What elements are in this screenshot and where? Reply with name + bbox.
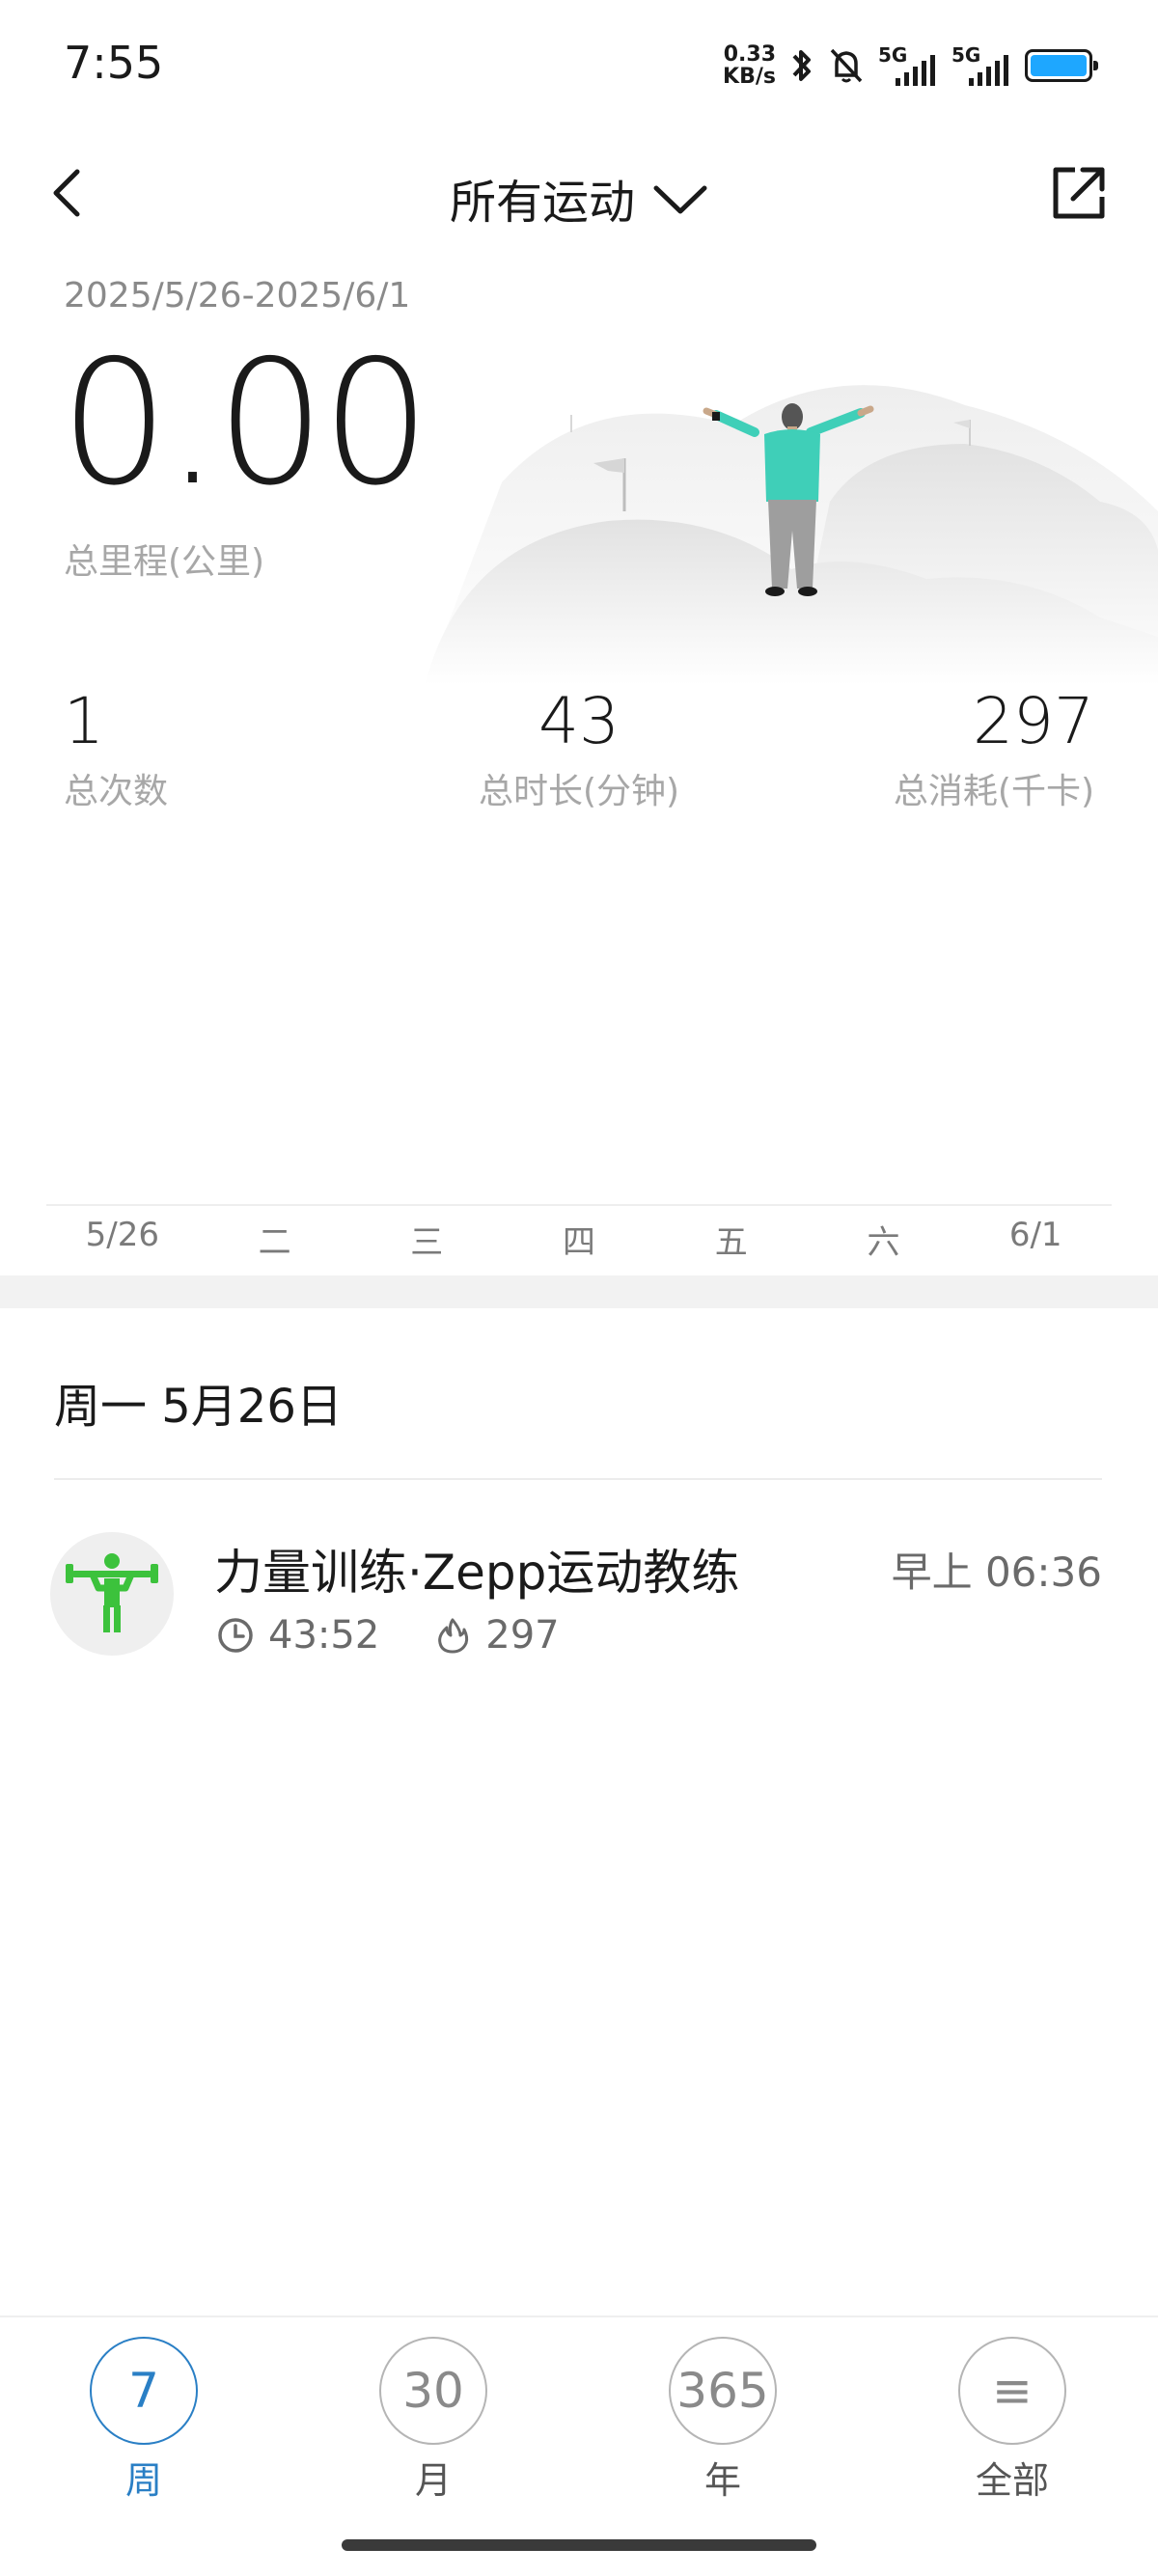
day-label: 三: [410, 1223, 444, 1262]
total-distance-label: 总里程(公里): [64, 542, 265, 582]
status-time: 7:55: [64, 37, 164, 89]
day-label: 二: [258, 1223, 291, 1262]
signal-icon: 5G: [878, 43, 938, 88]
home-indicator[interactable]: [342, 2539, 816, 2551]
day-label: 5/26: [85, 1216, 160, 1254]
day-header: 周一 5月26日: [54, 1380, 343, 1434]
period-tab-month[interactable]: 30 月: [337, 2337, 530, 2504]
hills-illustration: [425, 385, 1158, 685]
section-separator: [0, 1275, 1158, 1308]
day-label: 五: [714, 1223, 748, 1262]
record-meta: 43:52 297: [216, 1613, 560, 1658]
flame-icon: [438, 1618, 469, 1654]
stat-value: 297: [973, 684, 1094, 758]
period-label: 全部: [975, 2459, 1049, 2502]
day-label: 6/1: [1008, 1216, 1062, 1254]
clock-icon: [218, 1618, 253, 1653]
status-bar: 7:55 0.33 KB/s 5G 5G: [0, 0, 1158, 135]
chevron-down-icon[interactable]: [652, 178, 708, 217]
workout-record[interactable]: 力量训练·Zepp运动教练 早上 06:36 43:52 297: [50, 1532, 1102, 1658]
period-circle[interactable]: 30: [379, 2337, 487, 2445]
stat-label: 总次数: [64, 771, 169, 811]
stat-value: 43: [538, 684, 620, 758]
menu-icon[interactable]: ≡: [958, 2337, 1066, 2445]
stat-total-duration: 43 总时长(分钟): [386, 684, 772, 813]
total-distance-value: 0.00: [60, 323, 430, 523]
network-speed-unit: KB/s: [723, 65, 776, 89]
record-duration: 43:52: [268, 1613, 380, 1658]
bell-off-icon: [830, 48, 863, 83]
chart-day-labels: 5/26 二 三 四 五 六 6/1: [46, 1216, 1112, 1274]
status-icons: 0.33 KB/s 5G 5G: [723, 41, 1098, 91]
network-speed: 0.33 KB/s: [723, 43, 776, 88]
period-label: 年: [703, 2459, 741, 2502]
record-calories: 297: [485, 1613, 560, 1658]
weekly-chart[interactable]: [46, 839, 1112, 1206]
network-speed-value: 0.33: [723, 42, 776, 67]
period-circle[interactable]: 365: [669, 2337, 777, 2445]
period-tab-week[interactable]: 7 周: [47, 2337, 240, 2504]
share-external-icon[interactable]: [1048, 162, 1110, 224]
battery-icon: [1025, 49, 1098, 82]
period-circle[interactable]: 7: [90, 2337, 198, 2445]
signal-icon-2: 5G: [951, 43, 1011, 88]
weightlifting-icon: [50, 1532, 174, 1656]
stat-total-calories: 297 总消耗(千卡): [893, 684, 1094, 813]
period-label: 周: [124, 2459, 162, 2502]
record-title: 力量训练·Zepp运动教练: [214, 1545, 740, 1601]
date-range: 2025/5/26-2025/6/1: [64, 276, 411, 315]
stat-label: 总时长(分钟): [478, 771, 680, 811]
top-app-bar: 所有运动: [0, 145, 1158, 241]
chart-axis-line: [46, 1204, 1112, 1206]
day-label: 六: [867, 1223, 900, 1262]
day-label: 四: [563, 1223, 596, 1262]
period-tab-all[interactable]: ≡ 全部: [916, 2337, 1109, 2504]
period-tab-year[interactable]: 365 年: [626, 2337, 819, 2504]
stats-row: 1 总次数 43 总时长(分钟) 297 总消耗(千卡): [0, 684, 1158, 832]
divider: [54, 1478, 1102, 1480]
sport-type-selector[interactable]: 所有运动: [0, 164, 1158, 232]
stat-total-count: 1 总次数: [64, 684, 169, 813]
period-label: 月: [414, 2459, 452, 2502]
stat-label: 总消耗(千卡): [893, 771, 1094, 811]
stat-value: 1: [64, 684, 104, 758]
record-time: 早上 06:36: [891, 1548, 1102, 1596]
page-title[interactable]: 所有运动: [450, 164, 635, 232]
bluetooth-icon: [792, 50, 811, 81]
bottom-period-nav: 7 周 30 月 365 年 ≡ 全部: [0, 2316, 1158, 2576]
